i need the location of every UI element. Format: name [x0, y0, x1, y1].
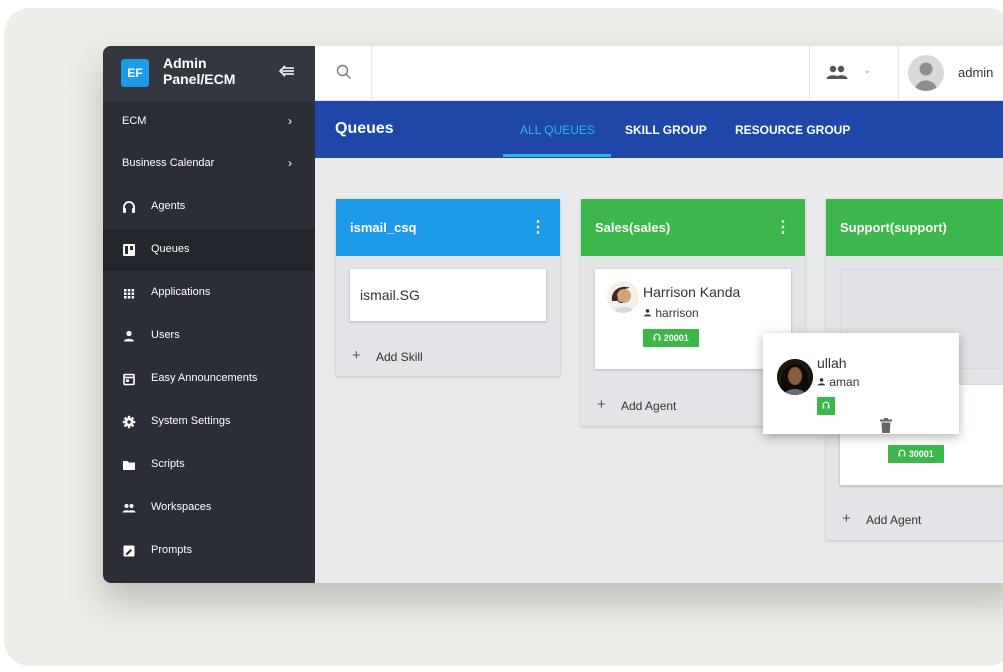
sidebar: EF Admin Panel/ECM ECM › Business Calend…: [103, 46, 315, 583]
chevron-down-icon[interactable]: ⌄: [863, 65, 871, 76]
sidebar-item-label: Users: [151, 329, 180, 341]
sidebar-item-prompts[interactable]: Prompts: [103, 530, 315, 572]
extension-badge: 20001: [643, 329, 699, 347]
sidebar-item-label: Easy Announcements: [151, 372, 258, 384]
calendar-icon: [122, 372, 136, 386]
collapse-sidebar-icon[interactable]: [278, 64, 295, 83]
agent-username: harrison: [643, 306, 699, 320]
user-name[interactable]: admin: [958, 65, 993, 80]
chevron-right-icon: ›: [288, 114, 292, 128]
sidebar-item-system-settings[interactable]: System Settings: [103, 401, 315, 443]
sidebar-item-applications[interactable]: Applications: [103, 272, 315, 314]
username-text: aman: [829, 375, 860, 389]
sidebar-item-business-calendar[interactable]: Business Calendar ›: [103, 143, 315, 185]
sidebar-item-label: Workspaces: [151, 501, 212, 513]
tab-all-queues[interactable]: ALL QUEUES: [520, 123, 595, 137]
headset-icon: [122, 200, 136, 214]
agent-avatar: [607, 281, 639, 313]
plus-icon: +: [597, 396, 606, 413]
trash-icon[interactable]: [880, 418, 892, 433]
extension-badge: [817, 397, 835, 415]
person-icon: [817, 378, 826, 386]
sidebar-item-label: ECM: [122, 115, 147, 127]
add-agent-button[interactable]: + Add Agent: [826, 498, 1003, 540]
agent-name: Harrison Kanda: [643, 284, 741, 300]
board-icon: [122, 243, 136, 257]
page-header: Queues ALL QUEUES SKILL GROUP RESOURCE G…: [315, 101, 1003, 158]
person-icon: [643, 309, 652, 317]
add-agent-label: Add Agent: [621, 399, 677, 413]
sidebar-item-label: System Settings: [151, 415, 231, 427]
headset-icon: [822, 401, 830, 409]
add-skill-button[interactable]: + Add Skill: [336, 335, 560, 377]
prompt-icon: [122, 544, 136, 558]
queue-title: ismail_csq: [350, 220, 417, 235]
skill-card[interactable]: ismail.SG: [350, 269, 546, 321]
plus-icon: +: [842, 510, 851, 527]
more-vert-icon[interactable]: ⋮: [775, 217, 791, 237]
top-bar: ⌄ admin: [315, 46, 1003, 101]
search-icon[interactable]: [335, 63, 353, 81]
tab-skill-group[interactable]: SKILL GROUP: [625, 123, 707, 137]
agent-card[interactable]: Harrison Kanda harrison 20001: [595, 269, 791, 369]
extension-badge: 30001: [888, 445, 944, 463]
active-tab-indicator: [503, 154, 611, 157]
plus-icon: +: [352, 347, 361, 364]
agent-username: aman: [817, 375, 859, 389]
brand-logo[interactable]: EF: [121, 59, 149, 87]
queue-title: Sales(sales): [595, 220, 671, 235]
page-title: Queues: [335, 120, 394, 137]
sidebar-brand: EF Admin Panel/ECM: [103, 46, 315, 101]
people-icon: [122, 501, 136, 515]
tab-resource-group[interactable]: RESOURCE GROUP: [735, 123, 850, 137]
sidebar-item-label: Applications: [151, 286, 211, 298]
sidebar-item-label: Queues: [151, 243, 190, 255]
queue-title: Support(support): [840, 220, 947, 235]
sidebar-item-workspaces[interactable]: Workspaces: [103, 487, 315, 529]
divider: [898, 46, 899, 101]
sidebar-item-users[interactable]: Users: [103, 315, 315, 357]
extension-number: 30001: [908, 449, 934, 459]
sidebar-item-agents[interactable]: Agents: [103, 186, 315, 228]
sidebar-item-label: Agents: [151, 200, 186, 212]
agent-avatar: [777, 359, 813, 395]
sidebar-item-easy-announcements[interactable]: Easy Announcements: [103, 358, 315, 400]
queue-header: ismail_csq ⋮: [336, 199, 560, 256]
sidebar-item-label: Scripts: [151, 458, 185, 470]
dragged-agent-card[interactable]: ullah aman: [763, 333, 959, 434]
queue-header: Sales(sales) ⋮: [581, 199, 805, 256]
brand-title: Admin Panel/ECM: [163, 55, 236, 87]
add-agent-label: Add Agent: [866, 513, 922, 527]
folder-icon: [122, 458, 136, 472]
sidebar-item-ecm[interactable]: ECM ›: [103, 101, 315, 143]
headset-icon: [898, 449, 906, 457]
app-window: EF Admin Panel/ECM ECM › Business Calend…: [103, 46, 1003, 583]
person-icon: [122, 329, 136, 343]
queue-column-ismail-csq: ismail_csq ⋮ ismail.SG + Add Skill: [336, 199, 560, 376]
sidebar-item-queues[interactable]: Queues: [103, 229, 315, 271]
grid-icon: [122, 286, 136, 300]
more-vert-icon[interactable]: ⋮: [530, 217, 546, 237]
extension-number: 20001: [663, 333, 689, 343]
sidebar-item-label: Business Calendar: [122, 157, 215, 169]
add-skill-label: Add Skill: [376, 350, 423, 364]
team-icon[interactable]: [825, 64, 849, 82]
chevron-right-icon: ›: [288, 156, 292, 170]
gear-icon: [122, 415, 136, 429]
sidebar-item-label: Prompts: [151, 544, 192, 556]
username-text: harrison: [655, 306, 699, 320]
divider: [809, 46, 810, 101]
queue-header: Support(support): [826, 199, 1003, 256]
divider: [371, 46, 372, 101]
headset-icon: [653, 333, 661, 341]
agent-name: ullah: [817, 355, 847, 371]
skill-name: ismail.SG: [360, 287, 420, 303]
avatar[interactable]: [908, 55, 944, 91]
sidebar-item-scripts[interactable]: Scripts: [103, 444, 315, 486]
